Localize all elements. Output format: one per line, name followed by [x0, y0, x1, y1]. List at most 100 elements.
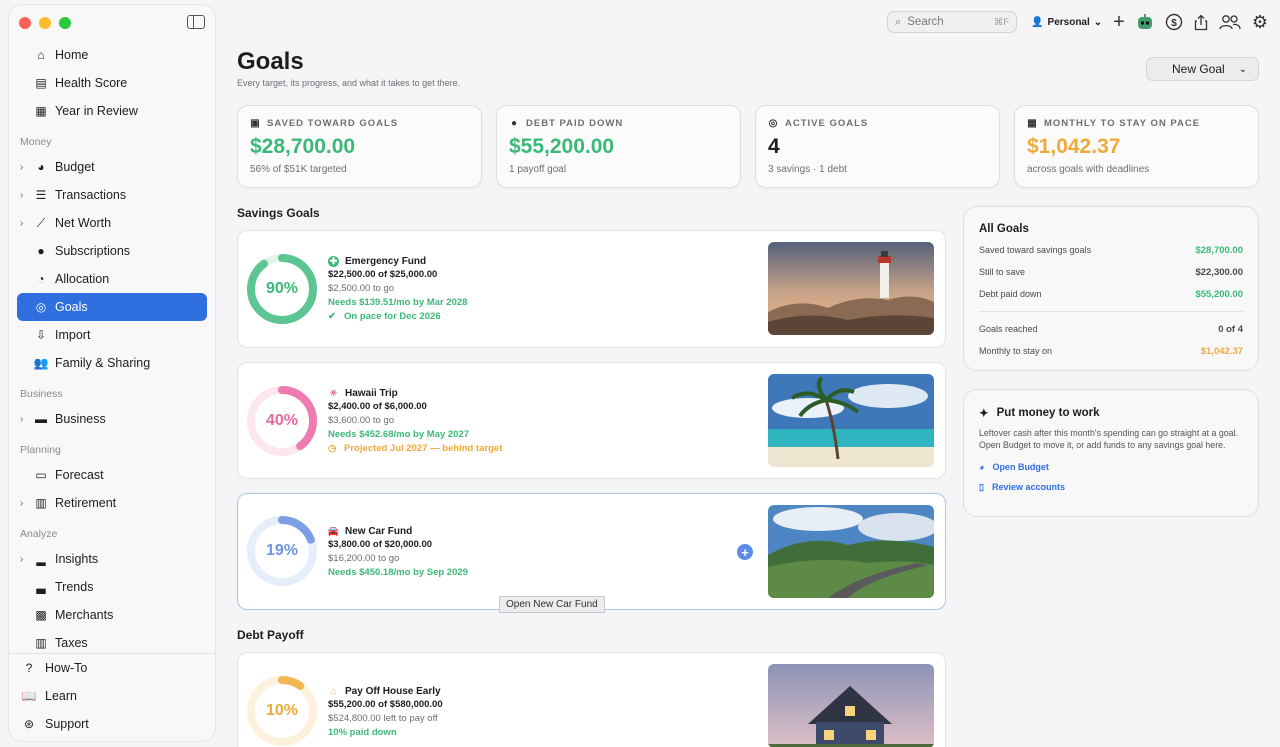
lifebuoy-icon: ⊛: [23, 717, 35, 731]
zoom-window-button[interactable]: [59, 17, 71, 29]
clock-warning-icon: ◷: [328, 443, 337, 454]
stat-card-saved: ▣ SAVED TOWARD GOALS $28,700.00 56% of $5…: [237, 105, 482, 188]
sidebar-item-insights[interactable]: › ▂ Insights: [9, 545, 215, 573]
pie-chart-icon: ◕: [37, 160, 45, 174]
all-goals-panel: All Goals Saved toward savings goals $28,…: [963, 206, 1259, 371]
sidebar-nav: ⌂ Home ▤ Health Score ▦ Year in Review Mone…: [9, 41, 215, 657]
top-toolbar: ⌕ Search ⌘F 👤 Personal ⌄ + $ ⚙: [887, 7, 1272, 37]
divider: [979, 311, 1243, 312]
sidebar-item-allocation[interactable]: ◔ Allocation: [9, 265, 215, 293]
chevron-right-icon[interactable]: ›: [20, 190, 23, 201]
sidebar-toggle-icon[interactable]: [187, 15, 205, 29]
add-funds-button[interactable]: +: [737, 544, 753, 560]
assistant-robot-icon[interactable]: [1136, 13, 1154, 31]
all-goals-title: All Goals: [979, 223, 1029, 235]
sidebar-item-year-in-review[interactable]: ▦ Year in Review: [9, 97, 215, 125]
clock-icon: ◔: [37, 272, 45, 286]
page-subtitle: Every target, its progress, and what it …: [237, 78, 461, 88]
goal-card-pay-off-house[interactable]: 10% ⌂ Pay Off House Early $55,200.00 of $…: [237, 652, 946, 747]
goal-card-hawaii-trip[interactable]: 40% ☀ Hawaii Trip $2,400.00 of $6,000.00 …: [237, 362, 946, 479]
sidebar-item-subscriptions[interactable]: ● Subscriptions: [9, 237, 215, 265]
close-window-button[interactable]: [19, 17, 31, 29]
document-icon: ▯: [979, 481, 984, 492]
profile-switcher[interactable]: 👤 Personal ⌄: [1031, 17, 1102, 28]
goal-info: ⌂ Pay Off House Early $55,200.00 of $580,…: [328, 685, 443, 739]
svg-text:$: $: [1171, 18, 1177, 29]
stat-card-debt: ● DEBT PAID DOWN $55,200.00 1 payoff goal: [496, 105, 741, 188]
sidebar-item-goals[interactable]: ◎ Goals: [17, 293, 207, 321]
add-icon[interactable]: +: [1113, 11, 1125, 34]
people-icon[interactable]: [1219, 14, 1241, 30]
share-icon[interactable]: [1194, 14, 1208, 31]
sidebar-item-budget[interactable]: › ◕ Budget: [9, 153, 215, 181]
search-input[interactable]: ⌕ Search ⌘F: [887, 11, 1018, 33]
sidebar-footer: ? How-To 📖 Learn ⊛ Support: [9, 653, 215, 741]
lighthouse-image: [768, 242, 934, 335]
dollar-sync-icon[interactable]: $: [1165, 13, 1183, 31]
progress-percent: 90%: [265, 280, 299, 297]
gear-icon[interactable]: ⚙: [1252, 12, 1268, 33]
goal-card-new-car-fund[interactable]: 19% 🚘 New Car Fund $3,800.00 of $20,000.0…: [237, 493, 946, 610]
review-accounts-link[interactable]: ▯ Review accounts: [964, 477, 1258, 497]
sidebar-item-forecast[interactable]: ▭ Forecast: [9, 461, 215, 489]
pie-chart-icon: ◕: [979, 462, 985, 472]
target-icon: ◎: [768, 118, 779, 129]
window-controls: [19, 17, 71, 29]
debt-payoff-heading: Debt Payoff: [237, 628, 304, 642]
people-icon: 👥: [33, 356, 49, 370]
sidebar-item-learn[interactable]: 📖 Learn: [9, 682, 215, 710]
sun-icon: ☀: [329, 387, 338, 398]
sidebar-item-retirement[interactable]: › ▥ Retirement: [9, 489, 215, 517]
sidebar-item-support[interactable]: ⊛ Support: [9, 710, 215, 738]
sidebar-item-health-score[interactable]: ▤ Health Score: [9, 69, 215, 97]
sidebar-item-import[interactable]: ⇩ Import: [9, 321, 215, 349]
stat-value: $1,042.37: [1027, 135, 1121, 158]
stat-card-monthly-pace: ▦ MONTHLY TO STAY ON PACE $1,042.37 acros…: [1014, 105, 1259, 188]
new-goal-button[interactable]: New Goal ⌄: [1146, 57, 1259, 81]
chevron-right-icon[interactable]: ›: [20, 414, 23, 425]
calendar-review-icon: ▦: [35, 104, 47, 118]
sidebar-item-merchants[interactable]: ▩ Merchants: [9, 601, 215, 629]
briefcase-icon: ▬: [35, 412, 47, 426]
arrow-down-circle-icon: ●: [510, 118, 519, 129]
search-icon: ⌕: [895, 15, 902, 28]
open-budget-link[interactable]: ◕ Open Budget: [964, 457, 1258, 477]
progress-percent: 19%: [265, 542, 299, 559]
book-icon: 📖: [21, 689, 37, 703]
chevron-right-icon[interactable]: ›: [20, 498, 23, 509]
minimize-window-button[interactable]: [39, 17, 51, 29]
sidebar-section-business: Business: [20, 388, 63, 400]
sidebar-section-planning: Planning: [20, 444, 61, 456]
stat-card-active-goals: ◎ ACTIVE GOALS 4 3 savings · 1 debt: [755, 105, 1000, 188]
sidebar-item-transactions[interactable]: › ☰ Transactions: [9, 181, 215, 209]
savings-goals-heading: Savings Goals: [237, 206, 320, 220]
sidebar-section-analyze: Analyze: [20, 528, 58, 540]
summary-row: Debt paid down $55,200.00: [979, 288, 1243, 300]
sidebar-item-family-sharing[interactable]: 👥 Family & Sharing: [9, 349, 215, 377]
summary-row: Monthly to stay on $1,042.37: [979, 345, 1243, 357]
chevron-down-icon: ⌄: [1238, 63, 1247, 75]
house-image: [768, 664, 934, 747]
chevron-right-icon[interactable]: ›: [20, 162, 23, 173]
chevron-right-icon[interactable]: ›: [20, 554, 23, 565]
chevron-right-icon[interactable]: ›: [20, 218, 23, 229]
put-money-panel: ✦ Put money to work Leftover cash after t…: [963, 389, 1259, 517]
sidebar-section-money: Money: [20, 136, 52, 148]
sidebar-item-net-worth[interactable]: › ⟋ Net Worth: [9, 209, 215, 237]
sidebar-item-trends[interactable]: ▃ Trends: [9, 573, 215, 601]
goal-card-emergency-fund[interactable]: 90% ✚ Emergency Fund $22,500.00 of $25,00…: [237, 230, 946, 348]
map-icon: ▥: [35, 496, 47, 510]
sidebar-item-business[interactable]: › ▬ Business: [9, 405, 215, 433]
summary-row: Saved toward savings goals $28,700.00: [979, 244, 1243, 256]
sidebar-item-how-to[interactable]: ? How-To: [9, 654, 215, 682]
goal-info: ✚ Emergency Fund $22,500.00 of $25,000.00…: [328, 255, 468, 322]
storefront-icon: ▩: [35, 608, 47, 622]
import-icon: ⇩: [35, 328, 47, 342]
summary-row: Goals reached 0 of 4: [979, 323, 1243, 335]
building-columns-icon: ▥: [35, 636, 47, 650]
sidebar-item-home[interactable]: ⌂ Home: [9, 41, 215, 69]
stat-value: 4: [768, 135, 780, 158]
house-icon: ⌂: [330, 686, 337, 696]
cash-icon: ▣: [250, 118, 261, 129]
question-icon: ?: [25, 661, 33, 675]
